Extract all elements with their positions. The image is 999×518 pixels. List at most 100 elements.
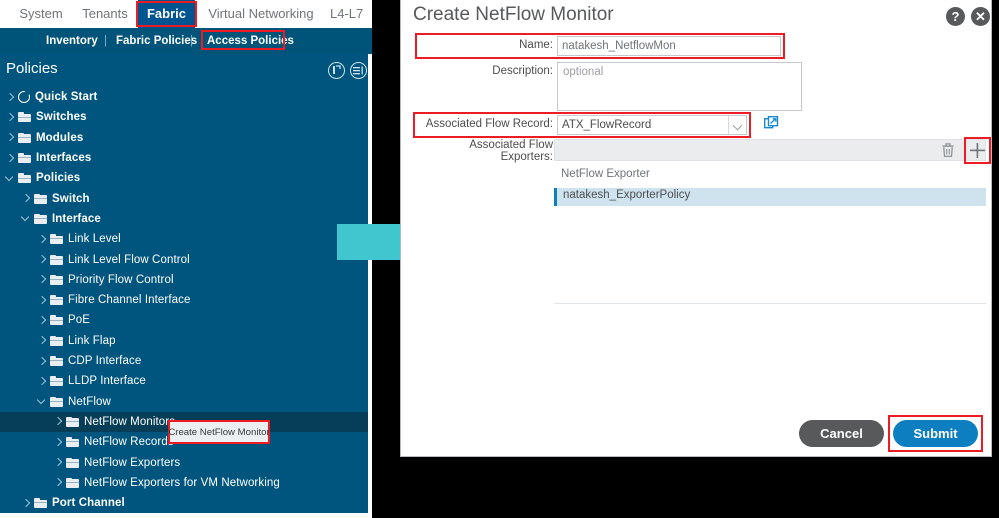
description-label: Description: [492, 65, 553, 77]
chevron-right-icon[interactable] [22, 499, 31, 508]
sidebar-title: Policies [6, 60, 58, 77]
sidebar-item-label: Switches [36, 111, 87, 124]
chevron-right-icon[interactable] [38, 357, 47, 366]
trash-icon[interactable] [941, 143, 955, 163]
open-in-new-icon[interactable] [763, 115, 780, 137]
folder-icon [34, 193, 47, 204]
sidebar-item-label: Interface [52, 212, 101, 225]
nav-tab-fabric[interactable]: Fabric [138, 0, 195, 28]
chevron-right-icon[interactable] [6, 133, 15, 142]
sidebar-item-netflow-exporters[interactable]: NetFlow Exporters [0, 452, 368, 472]
sidebar-item-label: Priority Flow Control [68, 273, 174, 286]
sidebar-item-priority-flow-control[interactable]: Priority Flow Control [0, 270, 368, 290]
folder-icon [50, 254, 63, 265]
chevron-down-icon[interactable] [22, 214, 31, 223]
folder-icon [66, 477, 79, 488]
sidebar-item-port-channel[interactable]: Port Channel [0, 493, 368, 513]
nav-tab-l4-l7[interactable]: L4-L7 [330, 0, 372, 28]
screenshot-root: System Tenants Fabric Virtual Networking… [0, 0, 999, 518]
chevron-down-icon[interactable] [728, 116, 746, 134]
navigation-icon[interactable] [350, 62, 367, 79]
nav-tab-system[interactable]: System [12, 0, 70, 28]
sidebar-item-label: LLDP Interface [68, 375, 146, 388]
sidebar-item-switch[interactable]: Switch [0, 189, 368, 209]
sidebar-item-label: Port Channel [52, 497, 125, 510]
subnav-item-fabric-policies[interactable]: Fabric Policies [116, 28, 197, 54]
flow-record-select[interactable]: ATX_FlowRecord [557, 115, 747, 135]
folder-icon [50, 335, 63, 346]
aci-app-pane: System Tenants Fabric Virtual Networking… [0, 0, 372, 518]
chevron-right-icon[interactable] [38, 235, 47, 244]
sidebar-item-quick-start[interactable]: Quick Start [0, 87, 368, 107]
chevron-right-icon[interactable] [54, 417, 63, 426]
sidebar-item-netflow-exporters-for-vm-networking[interactable]: NetFlow Exporters for VM Networking [0, 473, 368, 493]
chevron-right-icon[interactable] [6, 113, 15, 122]
folder-icon [66, 437, 79, 448]
sidebar-item-modules[interactable]: Modules [0, 128, 368, 148]
chevron-right-icon[interactable] [38, 336, 47, 345]
sidebar-item-cdp-interface[interactable]: CDP Interface [0, 351, 368, 371]
sidebar-item-label: Quick Start [35, 91, 98, 104]
exporters-toolbar [554, 139, 986, 161]
nav-tab-tenants[interactable]: Tenants [76, 0, 134, 28]
subnav-item-inventory[interactable]: Inventory [46, 28, 98, 54]
sidebar-item-netflow[interactable]: NetFlow [0, 392, 368, 412]
sidebar-item-label: NetFlow Exporters for VM Networking [84, 476, 280, 489]
table-row[interactable]: natakesh_ExporterPolicy [554, 188, 986, 206]
folder-icon [34, 213, 47, 224]
chevron-right-icon[interactable] [54, 478, 63, 487]
help-icon[interactable]: ? [946, 7, 965, 26]
sidebar-item-link-level-flow-control[interactable]: Link Level Flow Control [0, 249, 368, 269]
context-menu-create-netflow-monitor[interactable]: Create NetFlow Monitor [168, 420, 270, 444]
nav-tab-virtual-networking[interactable]: Virtual Networking [200, 0, 322, 28]
folder-icon [50, 274, 63, 285]
folder-icon [34, 498, 47, 509]
sidebar-item-policies[interactable]: Policies [0, 168, 368, 188]
sidebar-item-lldp-interface[interactable]: LLDP Interface [0, 371, 368, 391]
collapse-all-icon[interactable] [328, 62, 345, 79]
description-textarea[interactable]: optional [557, 62, 802, 111]
chevron-right-icon[interactable] [38, 275, 47, 284]
chevron-right-icon[interactable] [38, 255, 47, 264]
folder-icon [66, 457, 79, 468]
plus-icon[interactable] [969, 142, 986, 164]
submit-button[interactable]: Submit [893, 420, 978, 447]
folder-icon [50, 234, 63, 245]
chevron-down-icon[interactable] [6, 174, 15, 183]
sidebar-item-poe[interactable]: PoE [0, 310, 368, 330]
chevron-right-icon[interactable] [38, 296, 47, 305]
chevron-right-icon[interactable] [22, 194, 31, 203]
close-icon[interactable]: ✕ [971, 7, 990, 26]
sidebar-item-link-flap[interactable]: Link Flap [0, 331, 368, 351]
sidebar-item-interfaces[interactable]: Interfaces [0, 148, 368, 168]
sidebar-item-label: PoE [68, 314, 91, 327]
sidebar-item-label: NetFlow Monitors [84, 415, 176, 428]
folder-icon [50, 376, 63, 387]
sidebar-item-label: Policies [36, 172, 81, 185]
folder-icon [18, 112, 31, 123]
exporters-column-header: NetFlow Exporter [561, 168, 650, 180]
cancel-button[interactable]: Cancel [799, 420, 884, 447]
chevron-down-icon[interactable] [38, 397, 47, 406]
folder-icon [18, 173, 31, 184]
sidebar-item-switches[interactable]: Switches [0, 107, 368, 127]
sidebar-item-label: Link Level [68, 233, 121, 246]
chevron-right-icon[interactable] [6, 154, 15, 163]
sidebar-item-link-level[interactable]: Link Level [0, 229, 368, 249]
subnav-item-access-policies[interactable]: Access Policies [207, 28, 294, 54]
section-divider [554, 303, 986, 304]
folder-icon [50, 356, 63, 367]
sidebar-item-interface[interactable]: Interface [0, 209, 368, 229]
name-label: Name: [519, 39, 553, 51]
chevron-right-icon[interactable] [6, 93, 15, 102]
flow-exporters-label: Associated Flow Exporters: [469, 139, 553, 163]
subnav-separator-2: | [190, 35, 193, 47]
sidebar-item-label: Modules [36, 131, 84, 144]
chevron-right-icon[interactable] [54, 438, 63, 447]
folder-icon [50, 295, 63, 306]
chevron-right-icon[interactable] [38, 316, 47, 325]
chevron-right-icon[interactable] [38, 377, 47, 386]
chevron-right-icon[interactable] [54, 458, 63, 467]
sidebar-item-fibre-channel-interface[interactable]: Fibre Channel Interface [0, 290, 368, 310]
name-input[interactable]: natakesh_NetflowMon [557, 36, 781, 56]
